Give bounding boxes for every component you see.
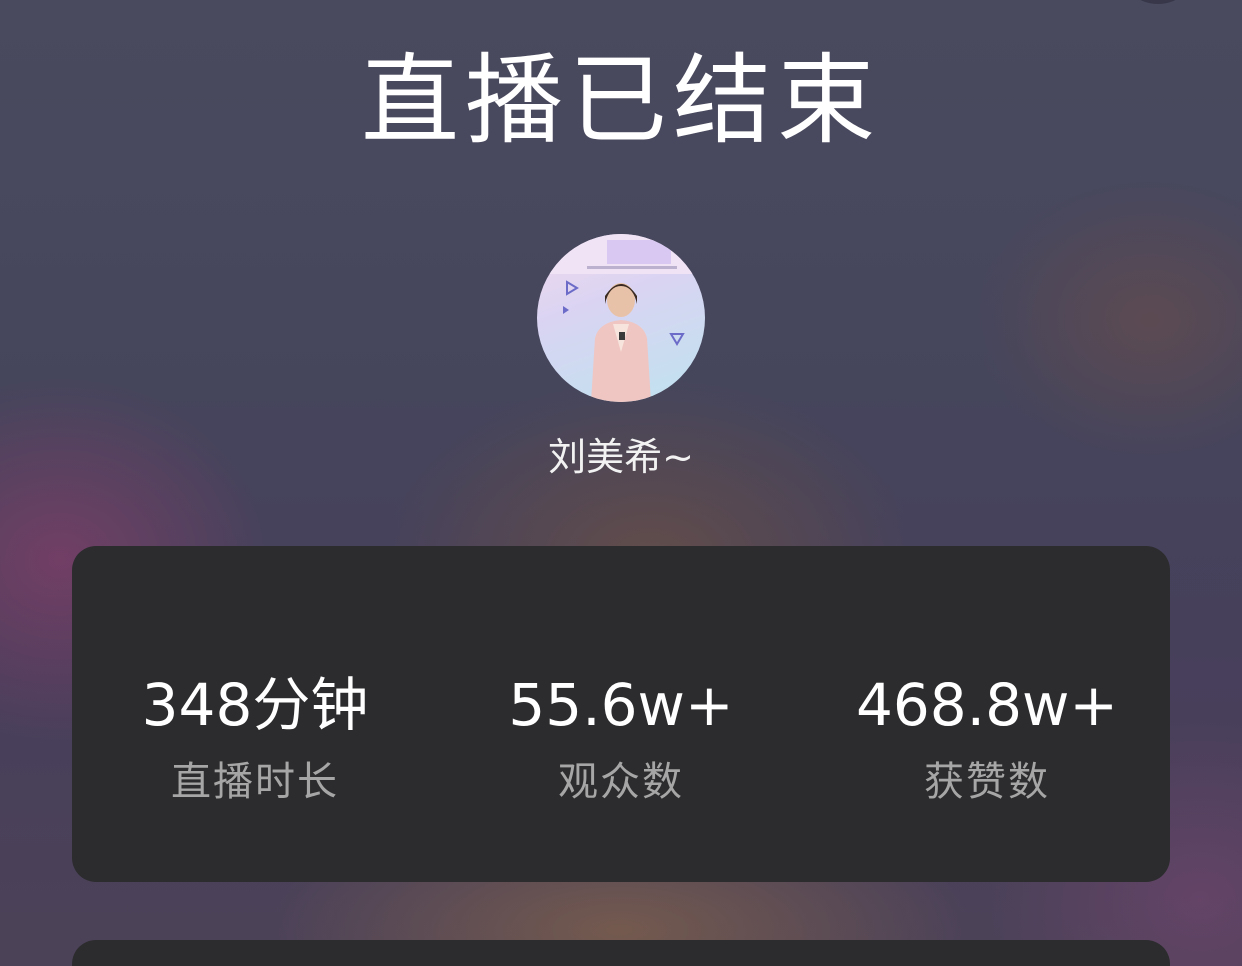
stat-likes: 468.8w+ 获赞数 <box>804 670 1170 808</box>
stat-viewers-value: 55.6w+ <box>508 671 734 739</box>
stat-duration: 348分钟 直播时长 <box>72 670 438 808</box>
stat-duration-label: 直播时长 <box>171 759 339 805</box>
corner-button-edge[interactable] <box>1118 0 1198 4</box>
next-card <box>72 940 1170 966</box>
stat-likes-label: 获赞数 <box>924 759 1050 805</box>
stat-likes-value: 468.8w+ <box>855 671 1119 739</box>
live-ended-title: 直播已结束 <box>360 44 881 158</box>
stat-viewers: 55.6w+ 观众数 <box>438 670 804 808</box>
stats-card: 348分钟 直播时长 55.6w+ 观众数 468.8w+ 获赞数 <box>72 546 1170 882</box>
stat-duration-value: 348分钟 <box>141 671 369 739</box>
stat-viewers-label: 观众数 <box>558 759 684 805</box>
host-avatar[interactable] <box>537 234 705 402</box>
host-name: 刘美希~ <box>548 435 694 479</box>
